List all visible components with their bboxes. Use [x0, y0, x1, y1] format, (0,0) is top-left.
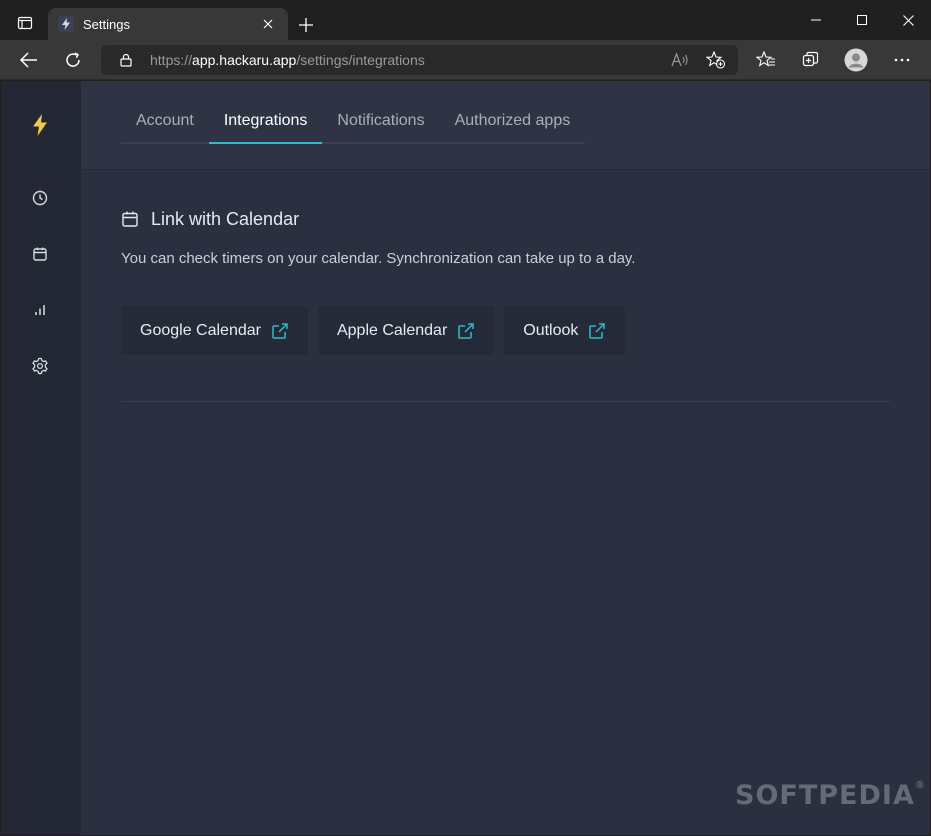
profile-button[interactable] — [842, 46, 870, 74]
collections-icon — [802, 51, 819, 67]
section-title-text: Link with Calendar — [151, 208, 300, 229]
sidebar — [1, 81, 81, 835]
maximize-icon — [857, 15, 867, 25]
new-tab-button[interactable] — [293, 12, 319, 38]
external-link-icon — [457, 322, 475, 340]
section-divider — [121, 401, 890, 402]
browser-tab[interactable]: Settings — [48, 8, 288, 40]
sidebar-item-logo[interactable] — [27, 112, 53, 138]
refresh-icon — [66, 52, 80, 67]
read-aloud-icon[interactable] — [666, 46, 694, 74]
outlook-button[interactable]: Outlook — [504, 306, 626, 355]
google-calendar-button[interactable]: Google Calendar — [121, 306, 308, 355]
bolt-icon — [33, 114, 47, 136]
window-icon — [17, 15, 33, 36]
close-window-button[interactable] — [885, 0, 931, 40]
window-controls — [793, 0, 931, 40]
minimize-button[interactable] — [793, 0, 839, 40]
url-path: /settings/integrations — [296, 52, 425, 68]
add-favorite-icon[interactable] — [702, 46, 730, 74]
more-options-button[interactable] — [888, 46, 916, 74]
gear-icon — [32, 357, 48, 375]
watermark-registered-mark: ® — [914, 780, 926, 791]
browser-toolbar: https://app.hackaru.app/settings/integra… — [0, 40, 931, 80]
back-arrow-icon — [20, 52, 37, 68]
tab-notifications[interactable]: Notifications — [322, 101, 439, 142]
collections-button[interactable] — [797, 46, 825, 74]
clock-icon — [32, 190, 48, 206]
tab-integrations[interactable]: Integrations — [208, 101, 323, 144]
calendar-icon — [33, 247, 47, 261]
sidebar-item-reports[interactable] — [27, 297, 53, 323]
apple-calendar-label: Apple Calendar — [336, 321, 448, 339]
calendar-icon — [121, 210, 139, 228]
maximize-button[interactable] — [839, 0, 885, 40]
sidebar-item-settings[interactable] — [27, 353, 53, 379]
favorites-icon — [756, 51, 775, 67]
plus-icon — [299, 18, 313, 32]
settings-tabs-header: Account Integrations Notifications Autho… — [81, 81, 930, 170]
tab-account[interactable]: Account — [121, 101, 209, 142]
url-host: app.hackaru.app — [192, 52, 297, 68]
url-text[interactable]: https://app.hackaru.app/settings/integra… — [150, 52, 666, 68]
refresh-button[interactable] — [59, 46, 87, 74]
close-tab-icon[interactable] — [258, 14, 278, 34]
sidebar-item-timers[interactable] — [27, 185, 53, 211]
minimize-icon — [811, 19, 821, 21]
softpedia-watermark: SOFTPEDIA® — [735, 780, 926, 811]
sidebar-item-calendar[interactable] — [27, 241, 53, 267]
outlook-label: Outlook — [523, 321, 579, 339]
tab-actions-button[interactable] — [10, 10, 40, 40]
bolt-favicon-icon — [58, 16, 74, 32]
google-calendar-label: Google Calendar — [140, 321, 261, 339]
bar-chart-icon — [35, 305, 45, 315]
app-root: Account Integrations Notifications Autho… — [1, 81, 930, 835]
tab-authorized-apps[interactable]: Authorized apps — [440, 101, 586, 142]
settings-tabs: Account Integrations Notifications Autho… — [121, 101, 586, 144]
section-description: You can check timers on your calendar. S… — [121, 250, 636, 267]
url-scheme: https:// — [150, 52, 193, 68]
calendar-buttons: Google Calendar Apple Calendar Outlook — [121, 306, 635, 355]
tab-title: Settings — [83, 16, 130, 32]
lock-icon[interactable] — [118, 52, 134, 68]
main-content: Account Integrations Notifications Autho… — [81, 81, 930, 835]
section-title: Link with Calendar — [121, 209, 299, 229]
external-link-icon — [271, 322, 289, 340]
apple-calendar-button[interactable]: Apple Calendar — [317, 306, 495, 355]
close-icon — [902, 14, 914, 26]
favorites-button[interactable] — [752, 46, 780, 74]
watermark-text: SOFTPEDIA — [735, 780, 915, 811]
back-button[interactable] — [15, 46, 43, 74]
address-bar[interactable]: https://app.hackaru.app/settings/integra… — [101, 45, 738, 75]
browser-titlebar: Settings — [0, 0, 931, 40]
avatar-icon — [844, 48, 868, 72]
external-link-icon — [588, 322, 606, 340]
ellipsis-icon — [894, 58, 910, 62]
